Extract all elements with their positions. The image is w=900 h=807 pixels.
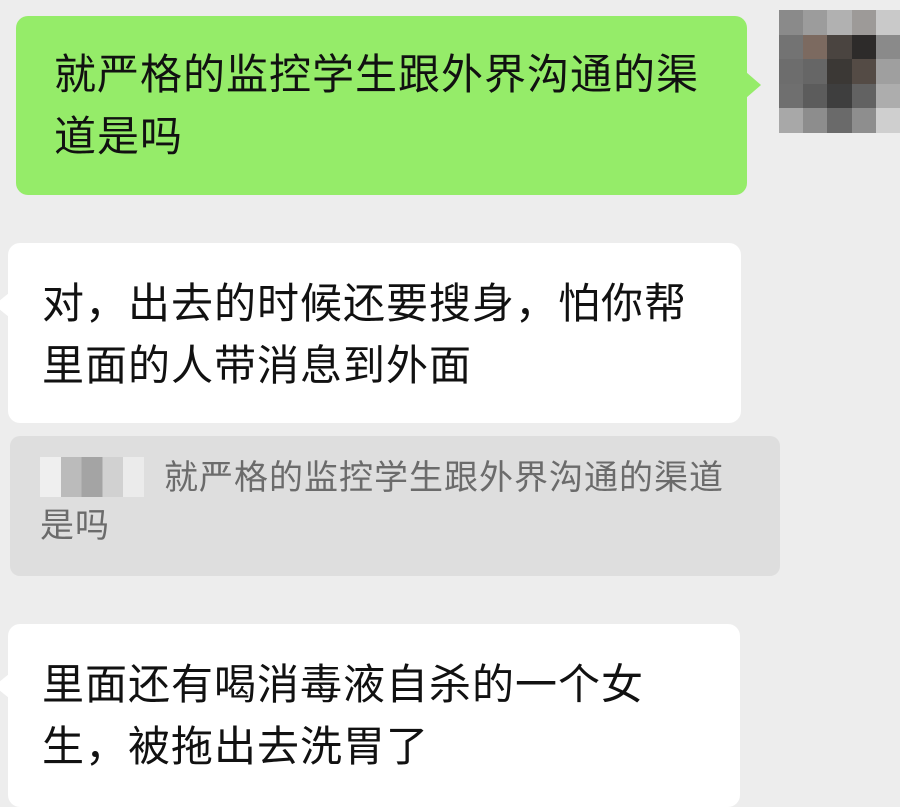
quoted-reply[interactable]: 就严格的监控学生跟外界沟通的渠道是吗 [10, 436, 780, 576]
received-message-bubble[interactable]: 对，出去的时候还要搜身，怕你帮里面的人带消息到外面 [0, 243, 741, 423]
received-message-text: 对，出去的时候还要搜身，怕你帮里面的人带消息到外面 [42, 279, 688, 390]
sent-message-bubble[interactable]: 就严格的监控学生跟外界沟通的渠道是吗 [16, 16, 761, 195]
received-message-bubble[interactable]: 里面还有喝消毒液自杀的一个女生，被拖出去洗胃了 [0, 624, 740, 807]
chat-view: 就严格的监控学生跟外界沟通的渠道是吗 对，出去的时候还要搜身，怕你帮里面的人带消… [0, 0, 900, 807]
received-message-text: 里面还有喝消毒液自杀的一个女生，被拖出去洗胃了 [42, 660, 645, 771]
quoted-sender-name-blurred [40, 456, 144, 497]
sent-message-text: 就严格的监控学生跟外界沟通的渠道是吗 [54, 50, 700, 161]
user-avatar[interactable] [779, 10, 900, 133]
